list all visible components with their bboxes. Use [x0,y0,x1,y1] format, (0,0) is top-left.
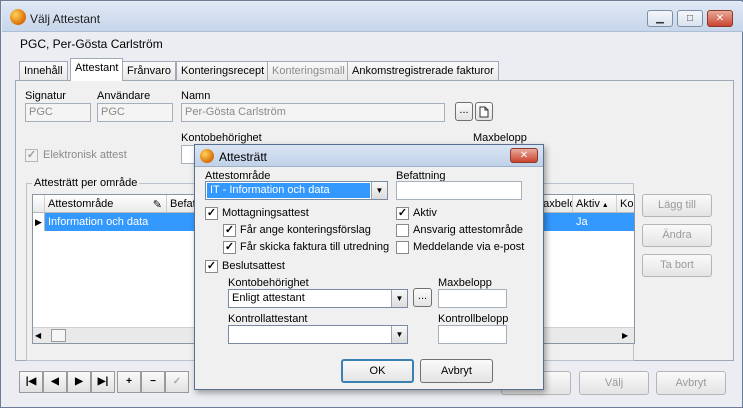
ok-button[interactable]: OK [341,359,414,383]
kontobehorighet-select[interactable]: Enligt attestant ▼ [228,289,408,308]
document-icon [479,106,489,118]
kontrollbelopp-field[interactable] [438,325,507,344]
aktiv-label: Aktiv [413,207,437,219]
previous-record-button[interactable]: ◀ [43,371,67,393]
mottagningsattest-checkbox[interactable]: ✓ [205,207,218,220]
scroll-left-icon[interactable]: ◀ [35,331,41,340]
attestomrade-select[interactable]: IT - Information och data ▼ [205,181,388,200]
kontobehorighet-label: Kontobehörighet [181,132,262,144]
tab-attestant[interactable]: Attestant [70,58,124,81]
andra-button[interactable]: Ändra [642,224,712,247]
row-header-corner [33,195,45,213]
chevron-down-icon[interactable]: ▼ [391,326,407,343]
anvandare-field[interactable]: PGC [97,103,173,122]
elektronisk-attest-checkbox[interactable]: ✓ [25,149,38,162]
namn-field[interactable]: Per-Gösta Carlström [181,103,445,122]
far-skicka-checkbox[interactable]: ✓ [223,241,236,254]
dialog-title: Attesträtt [219,150,268,164]
column-header-aktiv[interactable]: Aktiv ▲ [573,195,617,213]
tab-konteringsrecept[interactable]: Konteringsrecept [176,61,270,80]
ta-bort-button[interactable]: Ta bort [642,254,712,277]
maxbelopp-field[interactable] [438,289,507,308]
current-row-arrow-icon: ▶ [33,213,45,231]
far-skicka-label: Får skicka faktura till utredning [240,241,390,253]
column-header-aktiv-label: Aktiv [576,198,600,210]
avbryt-main-button[interactable]: Avbryt [656,371,726,395]
tab-ankomstregistrerade[interactable]: Ankomstregistrerade fakturor [347,61,499,80]
tab-franvaro[interactable]: Frånvaro [122,61,177,80]
app-icon [10,9,26,25]
confirm-record-button[interactable]: ✓ [165,371,189,393]
minimize-button[interactable]: ▁ [647,10,673,27]
avbryt-button[interactable]: Avbryt [420,359,493,383]
last-record-button[interactable]: ▶| [91,371,115,393]
sort-icon: ▲ [599,202,609,209]
signatur-field[interactable]: PGC [25,103,91,122]
valj-button[interactable]: Välj [579,371,649,395]
beslutsattest-checkbox[interactable]: ✓ [205,260,218,273]
delete-record-button[interactable]: − [141,371,165,393]
close-button[interactable]: ✕ [707,10,733,27]
meddelande-checkbox[interactable] [396,241,409,254]
signatur-label: Signatur [25,90,66,102]
column-header-attestomrade[interactable]: Attestområde ✎ [45,195,167,213]
chevron-down-icon[interactable]: ▼ [371,182,387,199]
far-ange-label: Får ange konteringsförslag [240,224,371,236]
dialog-app-icon [200,149,214,163]
person-name: PGC, Per-Gösta Carlström [20,37,163,51]
meddelande-label: Meddelande via e-post [413,241,525,253]
scroll-thumb[interactable] [51,329,66,342]
first-record-button[interactable]: |◀ [19,371,43,393]
attestratt-group-label: Attesträtt per område [32,177,140,189]
kontrollattestant-label: Kontrollattestant [228,313,308,325]
scroll-right-icon[interactable]: ▶ [622,331,628,340]
dialog-close-button[interactable]: ✕ [510,148,538,163]
attestratt-dialog: Attesträtt ✕ Attestområde IT - Informati… [194,144,544,390]
dialog-maxbelopp-label: Maxbelopp [438,277,492,289]
column-header-attestomrade-label: Attestområde [48,198,114,210]
kontrollattestant-select[interactable]: ▼ [228,325,408,344]
pencil-icon: ✎ [152,199,162,211]
aktiv-checkbox[interactable]: ✓ [396,207,409,220]
kontrollbelopp-label: Kontrollbelopp [438,313,509,325]
namn-label: Namn [181,90,211,102]
anvandare-label: Användare [97,90,151,102]
kontobehorighet-browse-button[interactable]: ... [413,288,432,307]
ansvarig-checkbox[interactable] [396,224,409,237]
column-header-ko[interactable]: Ko [617,195,634,213]
add-record-button[interactable]: + [117,371,141,393]
row-aktiv: Ja [576,216,588,228]
tab-konteringsmall[interactable]: Konteringsmall [267,61,350,80]
dialog-title-bar: Attesträtt ✕ [195,145,543,167]
tab-innehall[interactable]: Innehåll [19,61,68,80]
namn-browse-button[interactable]: ... [455,102,473,121]
next-record-button[interactable]: ▶ [67,371,91,393]
chevron-down-icon[interactable]: ▼ [391,290,407,307]
window-title: Välj Attestant [30,12,101,26]
dialog-kontobehorighet-label: Kontobehörighet [228,277,309,289]
mottagningsattest-label: Mottagningsattest [222,207,309,219]
lagg-till-button[interactable]: Lägg till [642,194,712,217]
row-attestomrade: Information och data [48,216,149,228]
title-bar: Välj Attestant ▁ □ ✕ [2,2,743,32]
kontobehorighet-value: Enligt attestant [232,292,305,304]
ansvarig-label: Ansvarig attestområde [413,224,524,236]
attestomrade-value: IT - Information och data [207,183,370,198]
befattning-field[interactable] [396,181,522,200]
new-document-button[interactable] [475,102,493,121]
maxbelopp-label: Maxbelopp [473,132,527,144]
column-header-befattning[interactable]: Befattning [167,195,197,213]
beslutsattest-label: Beslutsattest [222,260,285,272]
elektronisk-attest-label: Elektronisk attest [43,149,127,161]
far-ange-checkbox[interactable]: ✓ [223,224,236,237]
maximize-button[interactable]: □ [677,10,703,27]
